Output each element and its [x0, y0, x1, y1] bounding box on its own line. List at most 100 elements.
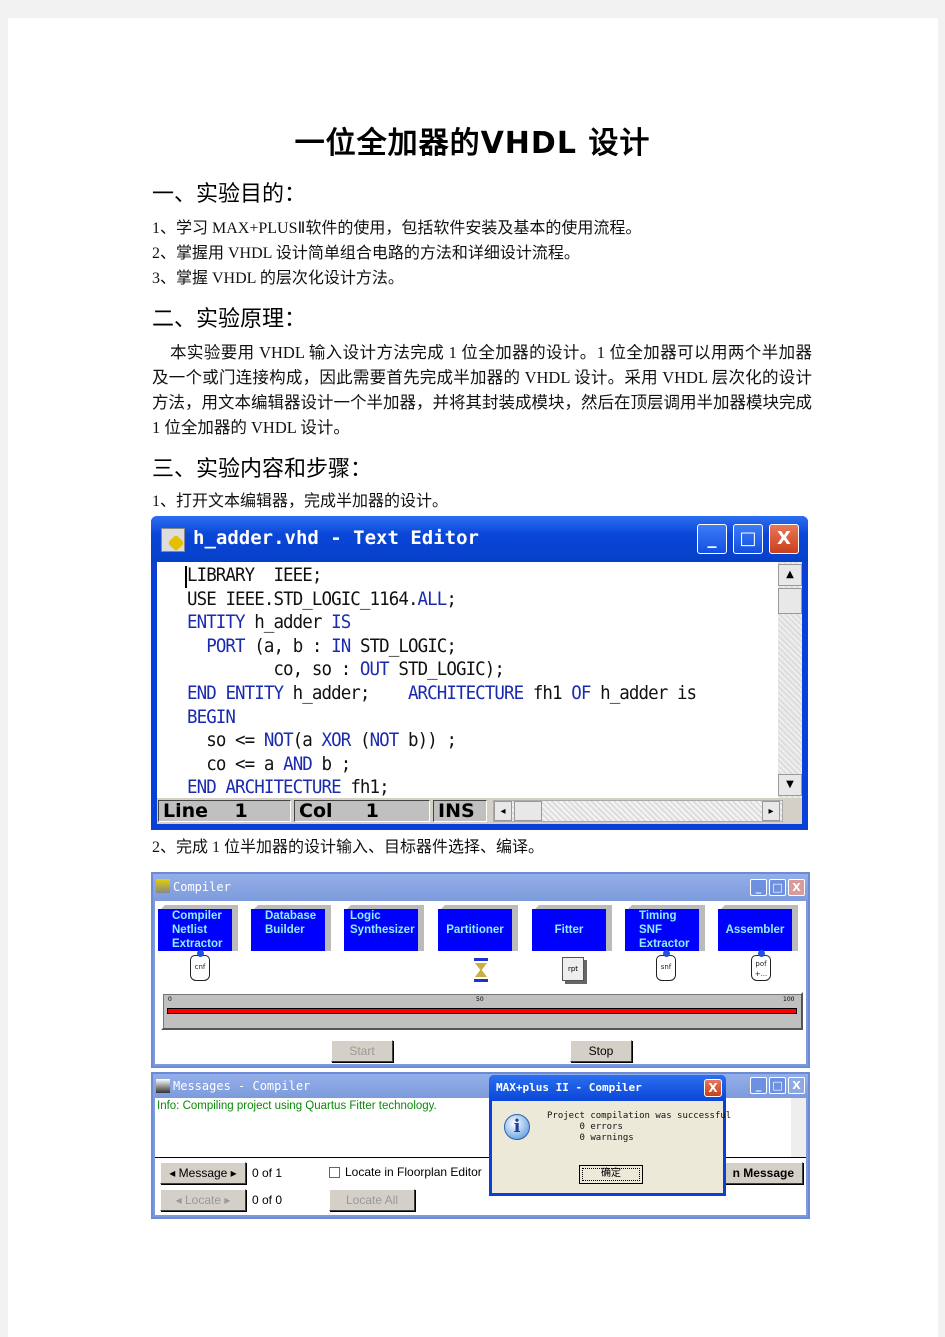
- compilation-dialog: MAX+plus II - Compiler X i Project compi…: [489, 1075, 731, 1196]
- message-count: 0 of 1: [252, 1166, 283, 1180]
- dialog-title: MAX+plus II - Compiler: [496, 1081, 642, 1094]
- code-line: BEGIN: [187, 705, 236, 728]
- vertical-scrollbar[interactable]: ▲ ▼: [778, 562, 802, 798]
- section-heading-principle: 二、实验原理：: [152, 307, 307, 332]
- rpt-file-icon[interactable]: rpt: [562, 957, 584, 981]
- section-heading-purpose: 一、实验目的：: [152, 182, 307, 207]
- locate-count: 0 of 0: [252, 1193, 283, 1207]
- ok-button[interactable]: 确定: [579, 1165, 643, 1184]
- messages-scrollbar[interactable]: [791, 1098, 806, 1157]
- progress-track: [167, 1008, 797, 1014]
- compiler-close-button[interactable]: X: [788, 879, 805, 896]
- scroll-thumb[interactable]: [778, 588, 802, 614]
- info-icon: i: [504, 1114, 530, 1140]
- hscroll-thumb[interactable]: [514, 801, 542, 821]
- dialog-titlebar[interactable]: MAX+plus II - Compiler X: [489, 1075, 726, 1101]
- code-line: ENTITY h_adder IS: [187, 611, 351, 634]
- text-editor-window: h_adder.vhd - Text Editor _ □ X LIBRARY …: [151, 516, 808, 830]
- messages-close-button[interactable]: X: [788, 1077, 805, 1094]
- code-line: co <= a AND b ;: [206, 752, 351, 775]
- module-partitioner[interactable]: Partitioner: [438, 905, 518, 951]
- insert-mode-indicator: INS: [433, 800, 487, 822]
- start-button[interactable]: Start: [331, 1040, 393, 1062]
- close-button[interactable]: X: [769, 524, 799, 554]
- col-value: 1: [365, 800, 379, 822]
- message-text[interactable]: Info: Compiling project using Quartus Fi…: [157, 1100, 437, 1112]
- module-logic-synthesizer[interactable]: Logic Synthesizer: [344, 905, 424, 951]
- snf-file-icon[interactable]: snf: [656, 950, 676, 981]
- progress-tick-0: 0: [168, 996, 172, 1003]
- module-label: Logic Synthesizer: [344, 909, 418, 951]
- locate-all-button[interactable]: Locate All: [329, 1189, 415, 1211]
- compiler-window: Compiler _ □ X Compiler Netlist Extracto…: [151, 872, 810, 1068]
- purpose-item-2: 2、掌握用 VHDL 设计简单组合电路的方法和详细设计流程。: [152, 245, 580, 262]
- horizontal-scrollbar[interactable]: ◂ ▸: [493, 800, 783, 822]
- code-line: LIBRARY IEEE;: [187, 564, 322, 586]
- code-line: so <= NOT(a XOR (NOT b)) ;: [206, 729, 457, 752]
- progress-tick-100: 100: [783, 996, 795, 1003]
- section-heading-steps: 三、实验内容和步骤：: [152, 457, 373, 482]
- message-nav-button[interactable]: ◂ Message ▸: [160, 1162, 246, 1184]
- compiler-title: Compiler: [173, 880, 231, 894]
- code-line: END ENTITY h_adder; ARCHITECTURE fh1 OF …: [187, 681, 697, 704]
- module-timing-snf-extractor[interactable]: Timing SNF Extractor: [625, 905, 705, 951]
- module-fitter[interactable]: Fitter: [532, 905, 612, 951]
- code-line: END ARCHITECTURE fh1;: [187, 776, 390, 799]
- compiler-titlebar[interactable]: Compiler _ □ X: [153, 874, 808, 901]
- document-title: 一位全加器的VHDL 设计: [294, 126, 651, 161]
- line-label: Line: [163, 800, 209, 822]
- locate-floorplan-label: Locate in Floorplan Editor: [345, 1165, 482, 1179]
- code-line: co, so : OUT STD_LOGIC);: [273, 658, 505, 681]
- messages-maximize-button[interactable]: □: [769, 1077, 786, 1094]
- scroll-up-button[interactable]: ▲: [778, 564, 802, 586]
- hourglass-icon: [474, 958, 488, 982]
- help-on-message-button[interactable]: n Message: [715, 1162, 803, 1184]
- compiler-minimize-button[interactable]: _: [750, 879, 767, 896]
- messages-title: Messages - Compiler: [173, 1079, 311, 1093]
- purpose-item-1: 1、学习 MAX+PLUSⅡ软件的使用，包括软件安装及基本的使用流程。: [152, 220, 642, 237]
- compiler-body: Compiler Netlist Extractor Database Buil…: [155, 901, 806, 1064]
- step-2: 2、完成 1 位半加器的设计输入、目标器件选择、编译。: [152, 839, 545, 856]
- dialog-message: Project compilation was successful 0 err…: [547, 1111, 732, 1143]
- col-label: Col: [299, 800, 333, 822]
- dialog-body: i Project compilation was successful 0 e…: [492, 1101, 731, 1193]
- progress-tick-50: 50: [476, 996, 484, 1003]
- compiler-app-icon: [156, 879, 170, 893]
- scroll-left-button[interactable]: ◂: [494, 801, 512, 821]
- principle-paragraph: 本实验要用 VHDL 输入设计方法完成 1 位全加器的设计。1 位全加器可以用两…: [152, 343, 812, 437]
- module-database-builder[interactable]: Database Builder: [251, 905, 331, 951]
- scroll-down-button[interactable]: ▼: [778, 774, 802, 796]
- cnf-file-icon[interactable]: cnf: [190, 950, 210, 981]
- line-value: 1: [234, 800, 248, 822]
- vhdl-code: LIBRARY IEEE; USE IEEE.STD_LOGIC_1164.ALL…: [187, 564, 697, 800]
- messages-app-icon: [156, 1079, 170, 1093]
- stop-button[interactable]: Stop: [570, 1040, 632, 1062]
- maximize-button[interactable]: □: [733, 524, 763, 554]
- progress-fill: [168, 1009, 796, 1013]
- col-indicator: Col 1: [294, 800, 430, 822]
- code-area[interactable]: LIBRARY IEEE; USE IEEE.STD_LOGIC_1164.ALL…: [157, 562, 778, 798]
- minimize-button[interactable]: _: [697, 524, 727, 554]
- module-label: Compiler Netlist Extractor: [158, 909, 232, 951]
- text-editor-titlebar[interactable]: h_adder.vhd - Text Editor _ □ X: [151, 516, 808, 562]
- module-label: Database Builder: [251, 909, 325, 951]
- messages-minimize-button[interactable]: _: [750, 1077, 767, 1094]
- module-assembler[interactable]: Assembler: [718, 905, 798, 951]
- locate-floorplan-checkbox[interactable]: [329, 1167, 340, 1178]
- pof-file-icon[interactable]: pof +...: [751, 950, 771, 981]
- compile-progress: 0 50 100: [161, 992, 803, 1030]
- dialog-close-button[interactable]: X: [704, 1079, 722, 1097]
- line-indicator: Line 1: [158, 800, 291, 822]
- module-compiler-netlist-extractor[interactable]: Compiler Netlist Extractor: [158, 905, 238, 951]
- compiler-maximize-button[interactable]: □: [769, 879, 786, 896]
- module-label: Partitioner: [438, 909, 512, 951]
- step-1: 1、打开文本编辑器，完成半加器的设计。: [152, 493, 449, 510]
- module-label: Assembler: [718, 909, 792, 951]
- locate-nav-button[interactable]: ◂ Locate ▸: [160, 1189, 246, 1211]
- code-line: PORT (a, b : IN STD_LOGIC;: [206, 634, 457, 657]
- scroll-right-button[interactable]: ▸: [762, 801, 780, 821]
- purpose-item-3: 3、掌握 VHDL 的层次化设计方法。: [152, 270, 404, 287]
- module-label: Fitter: [532, 909, 606, 951]
- code-line: USE IEEE.STD_LOGIC_1164.ALL;: [187, 587, 457, 610]
- text-editor-title: h_adder.vhd - Text Editor: [193, 527, 479, 549]
